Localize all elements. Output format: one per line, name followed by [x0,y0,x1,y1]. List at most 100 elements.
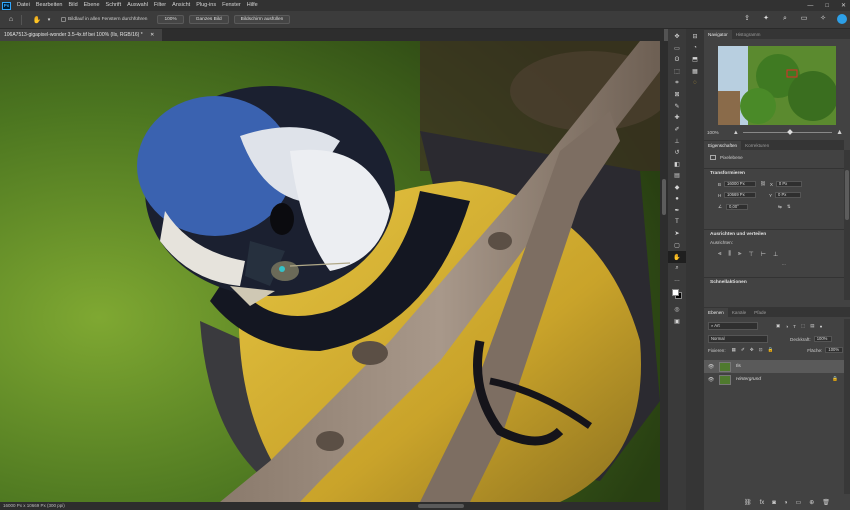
close-tab-icon[interactable]: ✕ [150,32,154,38]
tab-navigator[interactable]: Navigator [704,30,732,39]
chevron-down-icon[interactable]: ▾ [43,14,55,26]
workspace-icon[interactable]: ▭ [799,14,809,24]
align-vcenter-icon[interactable]: ⊢ [761,251,766,258]
align-section-title[interactable]: Ausrichten und verteilen [704,229,844,239]
zoom-slider-handle[interactable] [786,129,793,135]
swatches-icon[interactable]: ▦ [686,66,704,78]
frame-tool-icon[interactable]: ⊠ [668,89,686,101]
layer-comps-icon[interactable]: ⊟ [686,31,704,43]
link-icon[interactable]: ⛓ [760,181,766,187]
tab-paths[interactable]: Pfade [750,308,770,317]
layer-row-ils[interactable]: 👁 Ils [704,360,844,373]
layer-name[interactable]: Hintergrund [736,377,761,382]
gradient-tool-icon[interactable]: ▤ [668,170,686,182]
horizontal-scroll-thumb[interactable] [418,504,464,508]
height-input[interactable]: 10669 Px [724,192,756,198]
navigator-zoom-value[interactable]: 100% [707,130,723,135]
home-icon[interactable]: ⌂ [5,14,17,26]
checkbox-box[interactable] [61,17,66,22]
path-select-icon[interactable]: ➤ [668,228,686,240]
menu-ebene[interactable]: Ebene [81,0,103,11]
lightbulb-icon[interactable]: ✦ [761,14,771,24]
menu-fenster[interactable]: Fenster [219,0,244,11]
y-input[interactable]: 0 Px [775,192,801,198]
eyedropper-icon[interactable]: ✎ [668,101,686,113]
filter-adjust-icon[interactable]: ◑ [785,324,788,329]
glyphs-icon[interactable]: ◔ [686,43,704,55]
menu-hilfe[interactable]: Hilfe [244,0,261,11]
clone-stamp-icon[interactable]: ⊥ [668,135,686,147]
properties-scrollbar[interactable] [844,150,850,300]
brush-tool-icon[interactable]: ✐ [668,124,686,136]
menu-bild[interactable]: Bild [65,0,80,11]
dodge-tool-icon[interactable]: ● [668,193,686,205]
menu-plugins[interactable]: Plug-ins [193,0,219,11]
link-layers-icon[interactable]: ⛓ [744,499,752,506]
zoom-100-button[interactable]: 100% [157,15,184,24]
adjustment-layer-icon[interactable]: ◑ [784,500,788,506]
filter-pixel-icon[interactable]: ▣ [776,323,780,329]
zoom-tool-icon[interactable]: ⌕ [668,263,686,275]
layer-row-background[interactable]: 👁 Hintergrund 🔒 [704,373,844,386]
align-left-icon[interactable]: ⫷ [718,251,721,258]
minimize-button[interactable]: — [807,3,813,9]
transform-section-title[interactable]: Transformieren [704,168,844,178]
type-tool-icon[interactable]: T [668,217,686,229]
delete-layer-icon[interactable]: 🗑 [822,499,830,506]
object-select-icon[interactable]: ⬚ [668,66,686,78]
tab-adjustments[interactable]: Korrekturen [741,141,773,150]
tab-channels[interactable]: Kanäle [728,308,750,317]
hand-tool-icon[interactable]: ✋ [668,251,686,263]
vertical-scroll-thumb[interactable] [662,179,666,215]
quick-actions-title[interactable]: Schnellaktionen [704,277,844,287]
zoom-in-icon[interactable]: ▲ [836,129,843,136]
lock-all-icon[interactable]: 🔒 [768,347,774,353]
scroll-all-windows-checkbox[interactable]: Bildlauf in allen Fenstern durchführen [61,17,147,22]
hand-tool-preset-icon[interactable]: ✋ [31,14,43,26]
libraries-icon[interactable]: ⬒ [686,54,704,66]
tab-properties[interactable]: Eigenschaften [704,141,742,150]
blur-tool-icon[interactable]: ◆ [668,182,686,194]
visibility-eye-icon[interactable]: 👁 [707,377,715,383]
layer-name[interactable]: Ils [736,364,741,369]
lasso-tool-icon[interactable]: ʘ [668,54,686,66]
x-input[interactable]: 0 Px [775,181,802,187]
lock-position-icon[interactable]: ✥ [750,347,754,353]
tab-histogram[interactable]: Histogramm [732,30,765,39]
foreground-color-swatch[interactable] [672,289,679,297]
opacity-input[interactable]: 100% [813,336,832,342]
align-bottom-icon[interactable]: ⊥ [773,251,778,258]
healing-brush-icon[interactable]: ✚ [668,112,686,124]
screen-mode-icon[interactable]: ▣ [668,316,686,328]
lock-transparent-icon[interactable]: ▦ [732,347,736,353]
menu-datei[interactable]: Datei [14,0,33,11]
canvas-vertical-scrollbar[interactable] [660,41,668,502]
menu-filter[interactable]: Filter [151,0,169,11]
filter-type-icon[interactable]: T [793,324,796,329]
eraser-tool-icon[interactable]: ◧ [668,159,686,171]
rectangle-tool-icon[interactable]: ▢ [668,240,686,252]
pen-tool-icon[interactable]: ✒ [668,205,686,217]
ps-logo[interactable]: Ps [2,1,11,10]
zoom-slider[interactable] [742,129,833,135]
creative-cloud-icon[interactable] [837,14,847,24]
new-group-icon[interactable]: ▭ [796,499,802,506]
more-options[interactable]: ... [782,261,786,266]
flip-vertical-icon[interactable]: ⇅ [787,204,791,210]
blend-mode-select[interactable]: Normal [708,335,768,343]
search-icon[interactable]: ⌕ [780,14,790,24]
properties-scroll-thumb[interactable] [845,170,849,220]
angle-input[interactable]: 0,00° [726,204,748,210]
history-brush-icon[interactable]: ↺ [668,147,686,159]
share-icon[interactable]: ⇪ [742,14,752,24]
align-right-icon[interactable]: ⫸ [738,251,741,258]
fill-screen-button[interactable]: Bildschirm ausfüllen [233,15,291,24]
width-input[interactable]: 16000 Px [724,181,756,187]
filter-toggle-icon[interactable]: ● [820,324,823,329]
menu-schrift[interactable]: Schrift [103,0,125,11]
more-tools-icon[interactable]: … [668,274,686,286]
add-mask-icon[interactable]: ◙ [772,500,776,506]
fit-screen-button[interactable]: Ganzes Bild [188,15,229,24]
filter-shape-icon[interactable]: ⬚ [801,323,805,329]
crop-tool-icon[interactable]: ⌗ [668,77,686,89]
